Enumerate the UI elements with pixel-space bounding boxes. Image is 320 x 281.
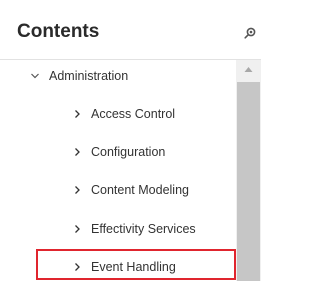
contents-header: Contents xyxy=(0,0,261,60)
pin-icon[interactable] xyxy=(244,26,256,39)
panel-title: Contents xyxy=(17,21,100,42)
tree-item-event-handling[interactable]: Event Handling xyxy=(72,255,176,279)
tree-item-label: Effectivity Services xyxy=(91,222,196,236)
chevron-down-icon[interactable] xyxy=(30,71,40,81)
vertical-scrollbar[interactable] xyxy=(236,60,261,281)
scroll-up-arrow-icon[interactable] xyxy=(236,60,261,82)
tree-item-label: Configuration xyxy=(91,145,166,159)
chevron-right-icon[interactable] xyxy=(72,109,82,119)
chevron-right-icon[interactable] xyxy=(72,224,82,234)
contents-panel: Contents Administration Access Control C… xyxy=(0,0,261,281)
tree-item-label: Event Handling xyxy=(91,260,176,274)
tree-item-label: Access Control xyxy=(91,107,176,121)
tree-item-access-control[interactable]: Access Control xyxy=(72,102,175,126)
tree-item-label: Content Modeling xyxy=(91,183,189,197)
chevron-right-icon[interactable] xyxy=(72,147,82,157)
tree-item-effectivity-services[interactable]: Effectivity Services xyxy=(72,217,196,241)
contents-tree: Administration Access Control Configurat… xyxy=(0,60,236,281)
chevron-right-icon[interactable] xyxy=(72,185,82,195)
tree-item-configuration[interactable]: Configuration xyxy=(72,140,165,164)
scrollbar-thumb[interactable] xyxy=(237,82,260,281)
tree-item-administration[interactable]: Administration xyxy=(30,64,128,88)
chevron-right-icon[interactable] xyxy=(72,262,82,272)
tree-item-label: Administration xyxy=(49,69,129,83)
tree-item-content-modeling[interactable]: Content Modeling xyxy=(72,178,189,202)
